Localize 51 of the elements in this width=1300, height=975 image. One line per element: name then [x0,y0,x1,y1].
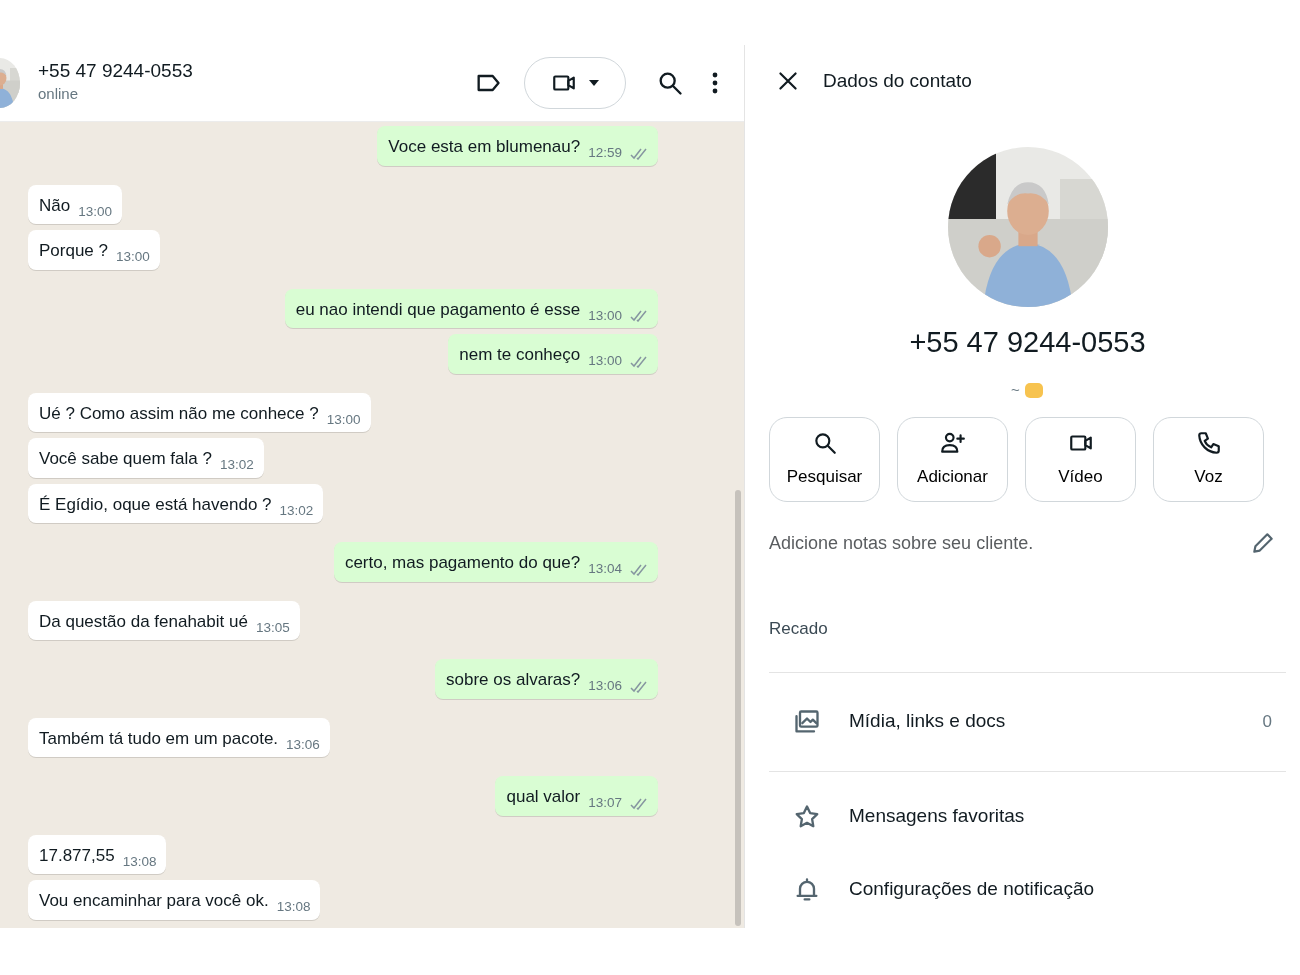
panel-list-item[interactable]: Mídia, links e docs 0 [769,672,1286,771]
contact-status: online [38,84,80,105]
about-text: ~ [1011,379,1020,400]
message-time: 12:59 [588,144,622,163]
message-time: 13:00 [326,410,361,429]
message-time: 13:00 [78,202,112,221]
phone-icon [1195,429,1222,456]
action-button[interactable]: Voz [1153,417,1264,502]
menu-icon [712,71,718,95]
contact-name: +55 47 9244-0553 [38,60,193,84]
message-text: qual valor [506,786,581,808]
message-time: 13:02 [219,456,254,475]
message-time: 13:00 [588,306,622,325]
message-text: Ué ? Como assim não me conhece ? [39,402,319,425]
message-text: Você sabe quem fala ? [39,448,212,470]
message-time: 13:06 [286,735,320,754]
message-time: 13:06 [588,677,622,696]
video-call-button[interactable] [524,57,626,109]
pencil-icon [1250,530,1276,556]
notes-field[interactable]: Adicione notas sobre seu cliente. [769,529,1244,557]
message-time: 13:05 [255,618,290,637]
message-time: 13:07 [588,794,622,813]
message-text: certo, mas pagamento do que? [344,552,581,574]
item-count: 0 [1262,710,1272,733]
message-time: 13:04 [588,560,622,579]
message-text: 17.877,55 [39,844,115,867]
media-icon [793,707,821,736]
caret-icon [589,80,599,86]
message-text: sobre os alvaras? [446,669,581,691]
action-button[interactable]: Pesquisar [769,417,880,502]
message-text: Vou encaminhar para você ok. [39,890,269,912]
panel-list-item[interactable]: Configurações de notificação [769,861,1286,918]
message-text: Porque ? [39,240,108,262]
panel-title: Dados do contato [823,68,972,93]
message-text: Também tá tudo em um pacote. [39,727,279,750]
message-text: eu nao intendi que pagamento é esse [295,298,581,321]
contact-phone: +55 47 9244-0553 [908,325,1147,360]
message-text: nem te conheço [459,344,581,366]
action-button[interactable]: Vídeo [1025,417,1136,502]
message-time: 13:00 [588,352,622,371]
message-text: É Egídio, oque está havendo ? [39,493,272,516]
message-text: Da questão da fenahabit ué [39,610,248,633]
message-text: Não [39,194,71,217]
message-time: 13:00 [116,248,150,267]
panel-list-item[interactable]: Mensagens favoritas [769,771,1286,862]
section-label: Recado [769,618,829,640]
message-text: Voce esta em blumenau? [388,136,581,158]
message-time: 13:02 [279,501,314,520]
message-time: 13:08 [276,898,311,917]
message-time: 13:08 [122,852,157,871]
action-button[interactable]: Adicionar [897,417,1008,502]
